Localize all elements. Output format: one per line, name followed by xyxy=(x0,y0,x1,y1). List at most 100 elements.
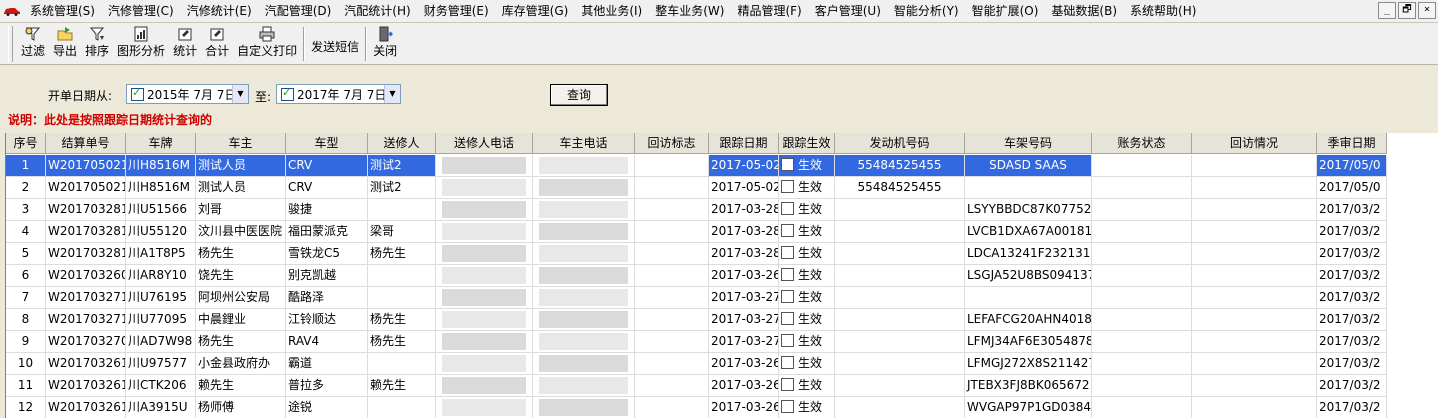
sort-button[interactable]: 排序 xyxy=(81,23,113,61)
table-row[interactable]: 10W20170326111116川U97577小金县政府办霸道 2017-03-… xyxy=(6,353,1438,375)
menu-item[interactable]: 智能扩展(O) xyxy=(966,1,1046,21)
cell-owner: 汶川县中医医院 xyxy=(196,221,286,243)
effective-checkbox[interactable] xyxy=(781,202,794,215)
column-header[interactable]: 账务状态 xyxy=(1092,133,1192,154)
menu-item[interactable]: 财务管理(E) xyxy=(418,1,496,21)
from-date-checkbox[interactable] xyxy=(131,86,144,101)
empty-cell xyxy=(1092,375,1192,397)
column-header[interactable]: 发动机号码 xyxy=(835,133,965,154)
menu-item[interactable]: 其他业务(I) xyxy=(575,1,649,21)
chevron-down-icon[interactable]: ▼ xyxy=(232,85,248,103)
cell-owner: 刘哥 xyxy=(196,199,286,221)
table-row[interactable]: 9W20170327095020川AD7W98杨先生RAV4杨先生2017-03… xyxy=(6,331,1438,353)
effective-label: 生效 xyxy=(798,180,823,194)
table-row[interactable]: 12W20170326152940川A3915U杨师傅途锐 2017-03-26 生… xyxy=(6,397,1438,418)
sort-icon xyxy=(88,25,106,43)
column-header[interactable]: 送修人 xyxy=(368,133,436,154)
to-date-picker[interactable]: 2017年 7月 7日 ▼ xyxy=(276,84,401,104)
effective-checkbox[interactable] xyxy=(781,268,794,281)
from-date-picker[interactable]: 2015年 7月 7日 ▼ xyxy=(126,84,249,104)
effective-label: 生效 xyxy=(798,268,823,282)
menu-item[interactable]: 汽修统计(E) xyxy=(181,1,259,21)
effective-checkbox[interactable] xyxy=(781,312,794,325)
menu-item[interactable]: 库存管理(G) xyxy=(496,1,576,21)
cell-model: 雪铁龙C5 xyxy=(286,243,368,265)
filter-button[interactable]: 过滤 xyxy=(17,23,49,61)
cell-vin: LFMGJ272X8S211427 xyxy=(965,353,1092,375)
masked-value xyxy=(442,223,526,240)
table-row[interactable]: 2W20170502120755川H8516M测试人员CRV测试2 2017-05… xyxy=(6,177,1438,199)
cell-engine xyxy=(835,397,965,418)
cell-season: 2017/03/2 xyxy=(1317,353,1387,375)
empty-cell xyxy=(1192,287,1317,309)
masked-phone xyxy=(533,221,635,243)
restore-button[interactable]: 🗗 xyxy=(1398,2,1416,19)
masked-phone xyxy=(533,375,635,397)
cell-sender xyxy=(368,287,436,309)
chart-analysis-button[interactable]: 图形分析 xyxy=(113,23,169,61)
query-button[interactable]: 查询 xyxy=(550,84,608,106)
menu-item[interactable]: 精品管理(F) xyxy=(731,1,808,21)
chevron-down-icon[interactable]: ▼ xyxy=(384,85,400,103)
menu-item[interactable]: 系统管理(S) xyxy=(24,1,102,21)
column-header[interactable]: 回访标志 xyxy=(635,133,709,154)
to-date-checkbox[interactable] xyxy=(281,86,294,101)
effective-checkbox[interactable] xyxy=(781,246,794,259)
menu-item[interactable]: 客户管理(U) xyxy=(809,1,888,21)
column-header[interactable]: 序号 xyxy=(6,133,46,154)
toolbar-grip[interactable] xyxy=(8,26,13,62)
menu-item[interactable]: 整车业务(W) xyxy=(649,1,731,21)
table-row[interactable]: 7W20170327105239川U76195阿坝州公安局酷路泽 2017-03-… xyxy=(6,287,1438,309)
close-window-button[interactable]: × xyxy=(1418,2,1436,19)
table-row[interactable]: 5W20170328131846川A1T8P5杨先生雪铁龙C5杨先生2017-0… xyxy=(6,243,1438,265)
menu-item[interactable]: 智能分析(Y) xyxy=(888,1,966,21)
column-header[interactable]: 车架号码 xyxy=(965,133,1092,154)
menu-item[interactable]: 汽配管理(D) xyxy=(259,1,339,21)
column-header[interactable]: 送修人电话 xyxy=(436,133,533,154)
column-header[interactable]: 结算单号 xyxy=(46,133,126,154)
masked-phone xyxy=(533,243,635,265)
cell-owner: 杨先生 xyxy=(196,331,286,353)
empty-cell xyxy=(1092,155,1192,177)
column-header[interactable]: 车主 xyxy=(196,133,286,154)
cell-sender: 梁哥 xyxy=(368,221,436,243)
table-row[interactable]: 6W20170326084452川AR8Y10饶先生别克凯越 2017-03-26… xyxy=(6,265,1438,287)
table-row[interactable]: 8W20170327100307川U77095中晨鋰业江铃顺达杨先生 2017-0… xyxy=(6,309,1438,331)
custom-print-button[interactable]: 自定义打印 xyxy=(233,23,301,61)
empty-cell xyxy=(1192,177,1317,199)
table-row[interactable]: 1W20170502121217川H8516M测试人员CRV测试2 2017-05… xyxy=(6,155,1438,177)
column-header[interactable]: 季审日期 xyxy=(1317,133,1387,154)
sum-button[interactable]: 合计 xyxy=(201,23,233,61)
export-button[interactable]: 导出 xyxy=(49,23,81,61)
table-row[interactable]: 3W20170328130938川U51566刘哥骏捷 2017-03-28 生效 L… xyxy=(6,199,1438,221)
effective-checkbox[interactable] xyxy=(781,224,794,237)
column-header[interactable]: 回访情况 xyxy=(1192,133,1317,154)
menu-item[interactable]: 汽配统计(H) xyxy=(338,1,417,21)
menu-item[interactable]: 基础数据(B) xyxy=(1045,1,1124,21)
effective-checkbox[interactable] xyxy=(781,290,794,303)
table-row[interactable]: 4W20170328142203川U55120汶川县中医医院福田蒙派克梁哥 201… xyxy=(6,221,1438,243)
effective-checkbox[interactable] xyxy=(781,158,794,171)
results-table[interactable]: 序号 结算单号 车牌 车主 车型 送修人 送修人电话 车主电话 回访标志 跟踪日期 跟踪生效 发动机号… xyxy=(5,133,1438,418)
column-header[interactable]: 车牌 xyxy=(126,133,196,154)
note-text: 说明：此处是按照跟踪日期统计查询的 xyxy=(8,113,213,127)
table-row[interactable]: 11W20170326147224川CTK206赖先生普拉多赖先生2017-03… xyxy=(6,375,1438,397)
effective-checkbox[interactable] xyxy=(781,356,794,369)
stats-button[interactable]: 统计 xyxy=(169,23,201,61)
menu-item[interactable]: 系统帮助(H) xyxy=(1124,1,1203,21)
effective-checkbox[interactable] xyxy=(781,400,794,413)
menu-item[interactable]: 汽修管理(C) xyxy=(102,1,181,21)
effective-checkbox[interactable] xyxy=(781,334,794,347)
effective-checkbox[interactable] xyxy=(781,378,794,391)
column-header[interactable]: 跟踪生效 xyxy=(779,133,835,154)
minimize-button[interactable]: _ xyxy=(1378,2,1396,19)
close-button[interactable]: 关闭 xyxy=(369,23,401,61)
column-header[interactable]: 跟踪日期 xyxy=(709,133,779,154)
effective-checkbox[interactable] xyxy=(781,180,794,193)
empty-cell xyxy=(1092,331,1192,353)
column-header[interactable]: 车主电话 xyxy=(533,133,635,154)
cell-order: W20170328130938 xyxy=(46,199,126,221)
send-sms-button[interactable]: 发送短信 xyxy=(307,23,363,61)
masked-phone xyxy=(436,331,533,353)
column-header[interactable]: 车型 xyxy=(286,133,368,154)
